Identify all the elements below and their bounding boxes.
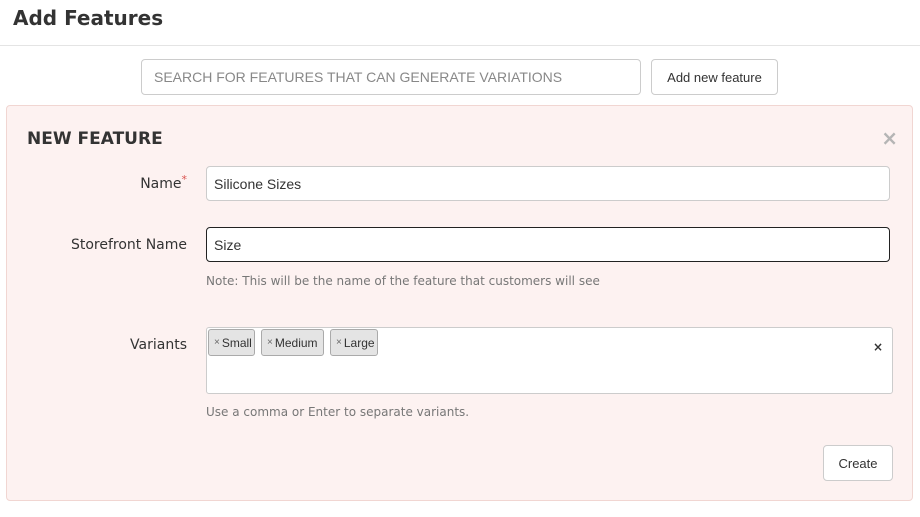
variant-tag: × Small bbox=[208, 329, 255, 356]
name-label: Name* bbox=[17, 173, 188, 192]
variants-label: Variants bbox=[130, 337, 187, 353]
feature-search-input[interactable] bbox=[141, 59, 641, 95]
close-icon[interactable]: × bbox=[881, 128, 898, 148]
storefront-name-input[interactable] bbox=[206, 227, 890, 262]
variant-tag: × Large bbox=[330, 329, 378, 356]
clear-variants-icon[interactable]: × bbox=[873, 340, 883, 354]
remove-tag-icon[interactable]: × bbox=[267, 337, 273, 348]
create-button[interactable]: Create bbox=[823, 445, 893, 481]
storefront-note: Note: This will be the name of the featu… bbox=[206, 274, 600, 288]
variant-tag-label: Small bbox=[221, 335, 252, 350]
name-label-text: Name bbox=[140, 176, 182, 192]
variants-tag-input[interactable]: × Small × Medium × Large × bbox=[206, 327, 893, 394]
new-feature-panel: NEW FEATURE × Name* Storefront Name Note… bbox=[6, 105, 913, 501]
remove-tag-icon[interactable]: × bbox=[336, 337, 342, 348]
variant-tag-label: Large bbox=[343, 335, 375, 350]
page-title: Add Features bbox=[13, 6, 164, 30]
name-input[interactable] bbox=[206, 166, 890, 201]
storefront-name-label: Storefront Name bbox=[70, 237, 187, 253]
panel-title: NEW FEATURE bbox=[27, 129, 163, 149]
page-header: Add Features bbox=[0, 0, 920, 46]
variants-help: Use a comma or Enter to separate variant… bbox=[206, 405, 470, 419]
required-asterisk: * bbox=[181, 173, 188, 186]
variant-tag-label: Medium bbox=[274, 335, 318, 350]
remove-tag-icon[interactable]: × bbox=[214, 337, 220, 348]
add-new-feature-button[interactable]: Add new feature bbox=[651, 59, 778, 95]
variant-tag: × Medium bbox=[261, 329, 324, 356]
